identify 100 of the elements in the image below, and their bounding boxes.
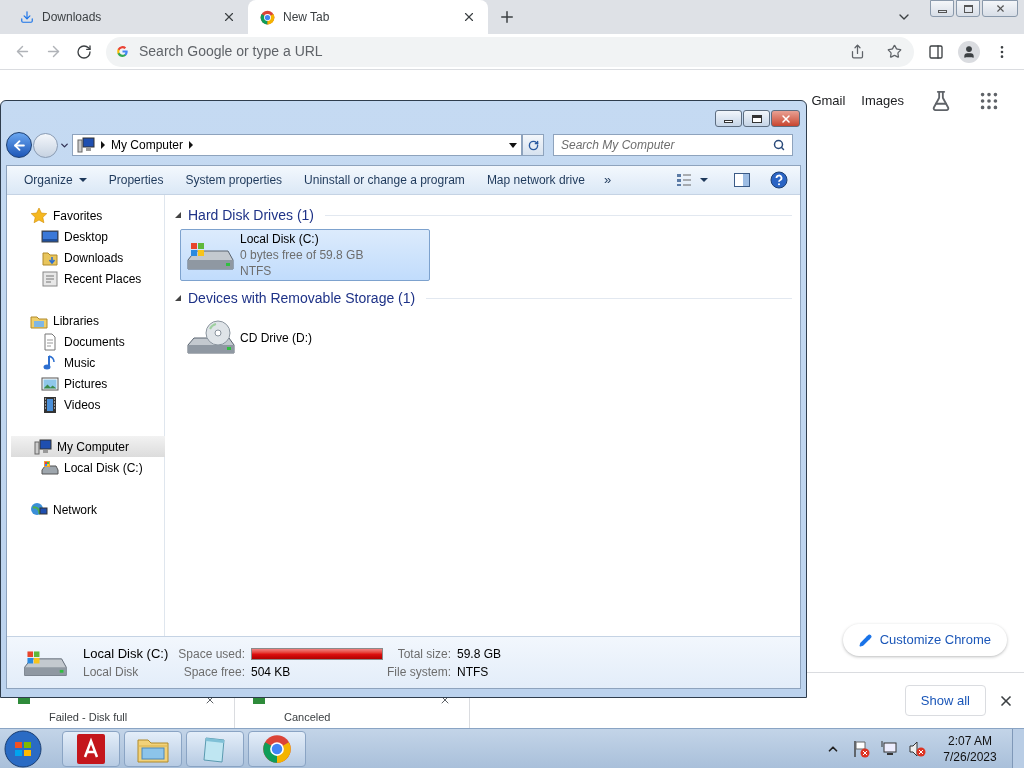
profile-avatar[interactable] xyxy=(958,40,980,63)
nav-item[interactable]: Favorites xyxy=(7,205,164,226)
speaker-muted-icon[interactable] xyxy=(908,739,926,758)
maximize-icon xyxy=(751,114,762,123)
close-tab-icon[interactable] xyxy=(462,10,476,24)
field-value: 504 KB xyxy=(251,663,292,681)
caret-icon[interactable] xyxy=(700,178,708,182)
maximize-button[interactable] xyxy=(743,110,770,127)
nav-item[interactable]: Documents xyxy=(7,331,164,352)
side-panel-icon[interactable] xyxy=(928,43,944,60)
pictures-icon xyxy=(41,374,59,393)
close-tab-icon[interactable] xyxy=(222,10,236,24)
nav-item[interactable]: My Computer xyxy=(11,436,165,457)
nav-item[interactable]: Libraries xyxy=(7,310,164,331)
omnibox[interactable]: Search Google or type a URL xyxy=(106,36,914,67)
person-icon xyxy=(962,44,976,59)
nav-item[interactable]: Videos xyxy=(7,394,164,415)
nav-item[interactable]: Local Disk (C:) xyxy=(7,457,164,478)
clock-time[interactable]: 2:07 AM xyxy=(948,732,992,749)
field-label: Total size: xyxy=(397,645,451,663)
more-commands-button[interactable]: » xyxy=(595,170,620,190)
desktop-icon xyxy=(41,227,59,246)
collapse-arrow[interactable] xyxy=(175,295,181,301)
taskbar-app-button[interactable] xyxy=(248,730,306,767)
drive-info: NTFS xyxy=(240,263,273,279)
breadcrumb-arrow[interactable] xyxy=(101,141,105,149)
computer-icon xyxy=(77,136,95,154)
view-options-icon[interactable] xyxy=(676,173,692,187)
drive-tile[interactable]: Local Disk (C:) 0 bytes free of 59.8 GB NTFS xyxy=(180,229,430,281)
minimize-icon xyxy=(724,120,733,123)
header-link[interactable]: Images xyxy=(861,91,904,111)
drive-type: Local Disk xyxy=(83,663,140,681)
document-app-icon xyxy=(77,733,105,764)
recent-places-icon xyxy=(41,269,59,288)
apps-grid-icon[interactable] xyxy=(978,90,1000,112)
breadcrumb-arrow[interactable] xyxy=(189,141,194,149)
restore-button[interactable] xyxy=(956,0,980,17)
start-orb-icon[interactable] xyxy=(2,728,44,768)
clock-date[interactable]: 7/26/2023 xyxy=(943,748,997,765)
search-input[interactable]: Search My Computer xyxy=(561,136,773,154)
back-button[interactable] xyxy=(6,132,32,158)
disk-icon xyxy=(41,458,59,477)
nav-item[interactable]: Pictures xyxy=(7,373,164,394)
command-button[interactable]: Map network drive xyxy=(475,167,596,193)
browser-tab[interactable]: New Tab xyxy=(248,0,488,34)
address-bar[interactable]: My Computer xyxy=(72,134,522,156)
drive-name: CD Drive (D:) xyxy=(240,330,312,346)
group-header[interactable]: Hard Disk Drives (1) xyxy=(188,204,314,226)
nav-item[interactable]: Music xyxy=(7,352,164,373)
preview-pane-icon[interactable] xyxy=(734,173,750,187)
download-status: Canceled xyxy=(283,710,332,725)
collapse-arrow[interactable] xyxy=(175,212,181,218)
refresh-icon xyxy=(527,139,539,151)
taskbar-app-button[interactable] xyxy=(62,730,120,767)
flag-error-icon[interactable] xyxy=(852,739,870,758)
command-button[interactable]: Uninstall or change a program xyxy=(293,167,476,193)
field-label: Space used: xyxy=(178,645,245,663)
browser-tab[interactable]: Downloads xyxy=(8,0,248,34)
omnibox-input[interactable]: Search Google or type a URL xyxy=(139,41,840,62)
chrome-icon xyxy=(260,9,275,25)
nav-item[interactable]: Desktop xyxy=(7,226,164,247)
close-icon xyxy=(994,3,1006,14)
nav-item[interactable]: Network xyxy=(7,499,164,520)
search-icon[interactable] xyxy=(773,139,785,151)
computer-icon xyxy=(34,437,52,456)
help-icon[interactable] xyxy=(770,171,788,189)
refresh-button[interactable] xyxy=(522,134,544,156)
group-header[interactable]: Devices with Removable Storage (1) xyxy=(188,287,416,309)
drive-info: 0 bytes free of 59.8 GB xyxy=(240,247,364,263)
drive-tile[interactable]: CD Drive (D:) xyxy=(180,312,430,364)
field-label: File system: xyxy=(387,663,451,681)
pencil-icon xyxy=(858,633,872,647)
download-status: Failed - Disk full xyxy=(48,710,129,725)
dropdown-arrow[interactable] xyxy=(509,142,517,148)
share-icon[interactable] xyxy=(850,44,865,59)
command-button[interactable]: Properties xyxy=(97,167,175,193)
minimize-button[interactable] xyxy=(930,0,954,17)
chrome-icon xyxy=(262,733,292,764)
field-value: NTFS xyxy=(457,663,490,681)
command-button[interactable]: System properties xyxy=(174,167,294,193)
flask-icon[interactable] xyxy=(930,90,952,112)
drive-name: Local Disk (C:) xyxy=(240,231,320,247)
minimize-button[interactable] xyxy=(715,110,742,127)
command-button[interactable]: Organize xyxy=(13,167,98,193)
close-button[interactable] xyxy=(771,110,800,127)
bookmark-star-icon[interactable] xyxy=(887,44,902,59)
minimize-icon xyxy=(937,9,947,13)
header-link[interactable]: Gmail xyxy=(811,91,846,111)
reload-icon[interactable] xyxy=(76,43,92,60)
field-value: 59.8 GB xyxy=(457,645,502,663)
show-all-button[interactable]: Show all xyxy=(904,685,986,716)
network-error-icon[interactable] xyxy=(880,739,898,758)
nav-item[interactable]: Recent Places xyxy=(7,268,164,289)
nav-item[interactable]: Downloads xyxy=(7,247,164,268)
close-icon xyxy=(779,112,792,125)
customize-chrome-button[interactable]: Customize Chrome xyxy=(842,624,1007,656)
new-tab-icon[interactable] xyxy=(498,8,516,26)
close-button[interactable] xyxy=(982,0,1018,17)
search-field[interactable]: Search My Computer xyxy=(553,134,793,156)
breadcrumb-item[interactable]: My Computer xyxy=(111,136,184,154)
